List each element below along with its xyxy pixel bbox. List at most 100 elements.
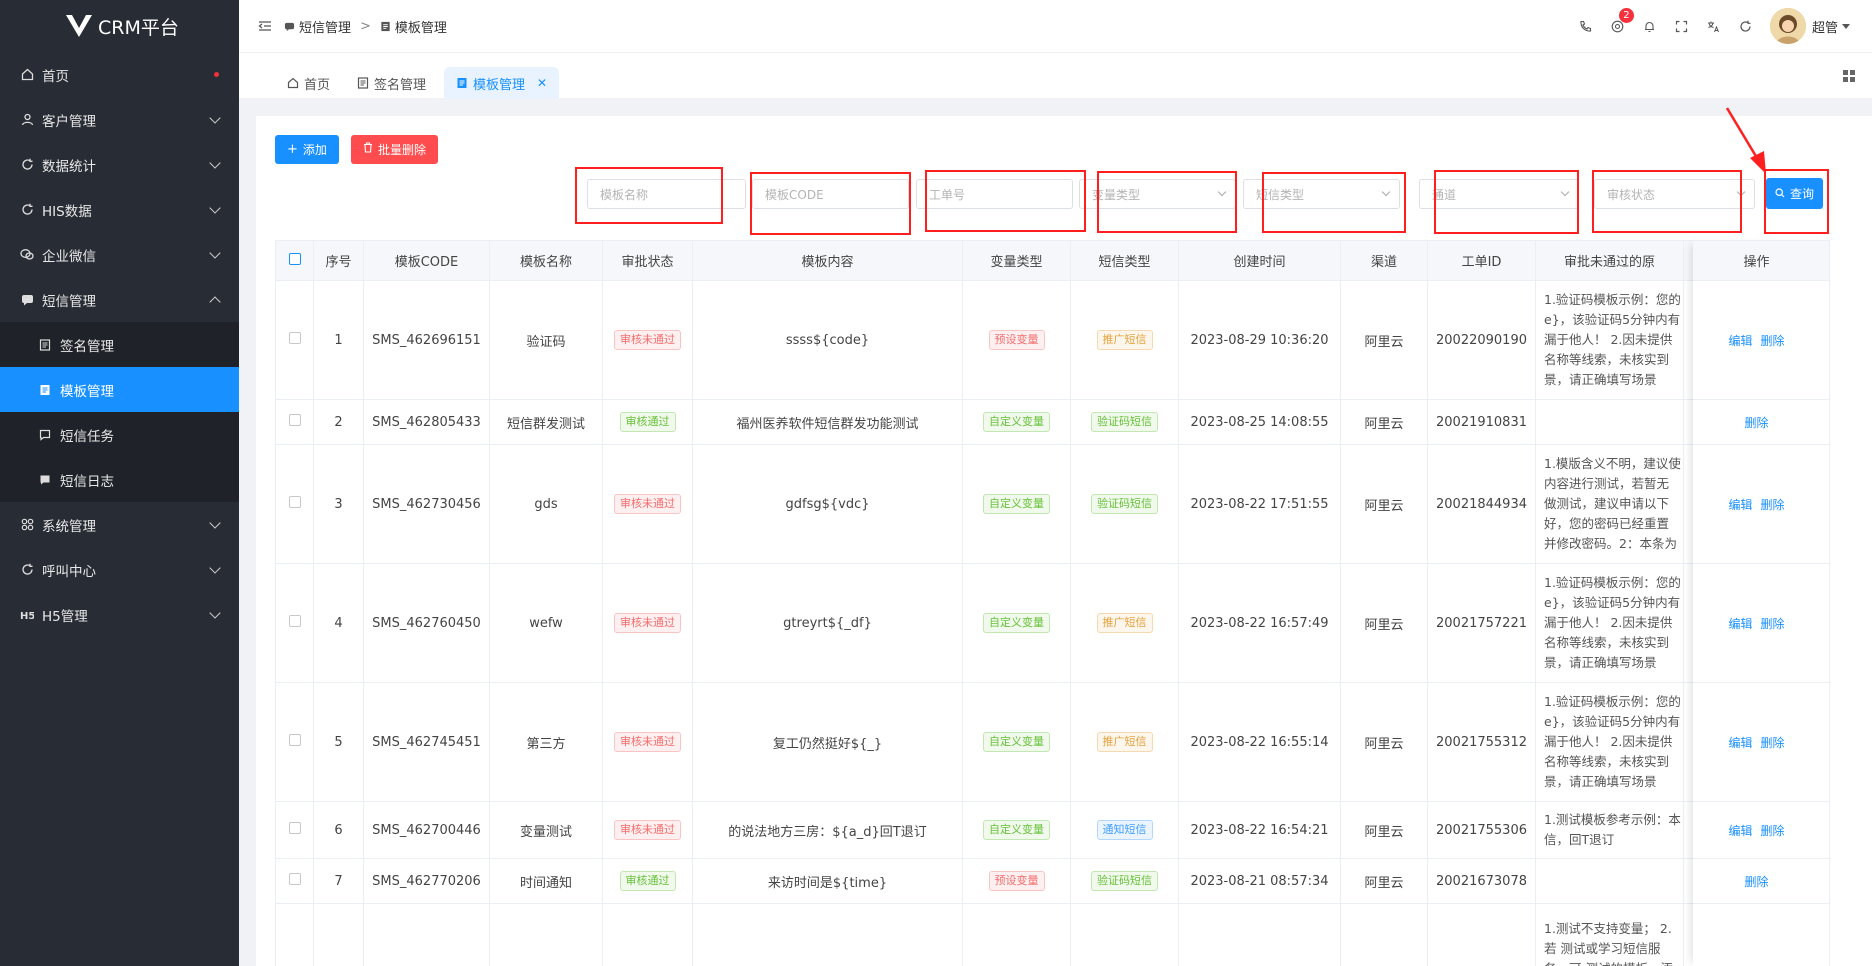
sidebar-item-statistics[interactable]: 数据统计 xyxy=(0,142,239,187)
cell-reason: 1.验证码模板示例：您的 e}，该验证码5分钟内有 漏于他人！ 2.因未提供 名… xyxy=(1535,280,1684,400)
sidebar-item-sms-task[interactable]: 短信任务 xyxy=(0,412,239,457)
row-checkbox[interactable] xyxy=(288,496,301,508)
phone-button[interactable] xyxy=(1570,0,1602,52)
table-row[interactable]: 7 SMS_462770206 时间通知 审核通过 来访时间是${time} 预… xyxy=(275,858,1830,904)
tab-template[interactable]: 模板管理 ✕ xyxy=(444,67,560,99)
sidebar-item-call-center[interactable]: 呼叫中心 xyxy=(0,547,239,592)
row-checkbox[interactable] xyxy=(288,822,301,834)
edit-link[interactable]: 编辑 xyxy=(1728,824,1752,838)
row-checkbox[interactable] xyxy=(288,734,301,746)
batch-delete-button[interactable]: 批量删除 xyxy=(351,135,439,164)
grid-menu-icon[interactable] xyxy=(1842,69,1856,83)
cell-var-type: 自定义变量 xyxy=(962,399,1071,445)
table-row[interactable]: 4 SMS_462760450 wefw 审核未通过 gtreyrt${_df}… xyxy=(275,563,1830,683)
fullscreen-icon xyxy=(1676,20,1688,32)
table-row[interactable]: 3 SMS_462730456 gds 审核未通过 gdfsg${vdc} 自定… xyxy=(275,444,1830,564)
cell-ticket: 20021757221 xyxy=(1427,563,1536,683)
cell-var-type: 预设变量 xyxy=(962,858,1071,904)
delete-link[interactable]: 删除 xyxy=(1761,824,1785,838)
tab-home[interactable]: 首页 xyxy=(275,67,342,99)
app-logo[interactable]: CRM平台 xyxy=(0,0,239,52)
cell-sms-type: 验证码短信 xyxy=(1070,858,1179,904)
checkbox-cell[interactable] xyxy=(275,682,314,802)
sidebar-item-his-data[interactable]: HIS数据 xyxy=(0,187,239,232)
cell-sms-type: 验证码短信 xyxy=(1070,444,1179,564)
cell-content: gdfsg${vdc} xyxy=(692,444,963,564)
sidebar-item-wecom[interactable]: 企业微信 xyxy=(0,232,239,277)
cell-created: 2023-08-21 08:57:34 xyxy=(1178,858,1341,904)
delete-link[interactable]: 删除 xyxy=(1744,875,1768,889)
add-button[interactable]: + 添加 xyxy=(275,135,339,164)
row-checkbox[interactable] xyxy=(288,873,301,885)
select-all-cell[interactable] xyxy=(275,240,314,281)
sidebar-item-customers[interactable]: 客户管理 xyxy=(0,97,239,142)
edit-link[interactable]: 编辑 xyxy=(1728,498,1752,512)
delete-link[interactable]: 删除 xyxy=(1761,334,1785,348)
checkbox-cell[interactable] xyxy=(275,399,314,445)
tab-signature[interactable]: 签名管理 xyxy=(345,67,438,99)
sms-type-badge: 验证码短信 xyxy=(1091,412,1158,432)
fullscreen-button[interactable] xyxy=(1666,0,1698,52)
chevron-down-icon xyxy=(209,517,221,529)
home-icon xyxy=(20,68,34,82)
sidebar-item-h5[interactable]: H5 H5管理 xyxy=(0,592,239,637)
table-row[interactable]: 2 SMS_462805433 短信群发测试 审核通过 福州医养软件短信群发功能… xyxy=(275,399,1830,445)
close-icon[interactable]: ✕ xyxy=(537,76,547,90)
row-checkbox[interactable] xyxy=(288,615,301,627)
row-checkbox[interactable] xyxy=(288,332,301,344)
edit-link[interactable]: 编辑 xyxy=(1728,617,1752,631)
checkbox-cell[interactable] xyxy=(275,444,314,564)
edit-link[interactable]: 编辑 xyxy=(1728,334,1752,348)
annotation-box xyxy=(1592,170,1742,233)
cell-status: 审核未通过 xyxy=(602,280,693,400)
sidebar-item-home[interactable]: 首页 xyxy=(0,52,239,97)
checkbox-cell[interactable] xyxy=(275,801,314,859)
cell-content: 的说法地方三房：${a_d}回T退订 xyxy=(692,801,963,859)
sidebar-item-label: H5管理 xyxy=(42,608,88,625)
cell-reason xyxy=(1535,399,1684,445)
delete-link[interactable]: 删除 xyxy=(1761,617,1785,631)
row-checkbox[interactable] xyxy=(288,414,301,426)
variable-type-badge: 自定义变量 xyxy=(983,494,1050,514)
sidebar-item-signature[interactable]: 签名管理 xyxy=(0,322,239,367)
sidebar-item-template[interactable]: 模板管理 xyxy=(0,367,239,412)
caret-down-icon[interactable] xyxy=(1842,23,1850,29)
sms-type-badge: 推广短信 xyxy=(1096,613,1153,633)
checkbox-cell[interactable] xyxy=(275,903,314,966)
table-row[interactable]: 6 SMS_462700446 变量测试 审核未通过 的说法地方三房：${a_d… xyxy=(275,801,1830,859)
checkbox-cell[interactable] xyxy=(275,563,314,683)
translate-button[interactable] xyxy=(1698,0,1730,52)
select-all-checkbox[interactable] xyxy=(288,252,301,265)
avatar[interactable] xyxy=(1769,8,1806,44)
delete-link[interactable]: 删除 xyxy=(1761,736,1785,750)
cell-var-type: 自定义变量 xyxy=(962,682,1071,802)
delete-link[interactable]: 删除 xyxy=(1761,498,1785,512)
cell-no: 4 xyxy=(313,563,364,683)
notification-button[interactable] xyxy=(1634,0,1666,52)
sidebar-item-sms[interactable]: 短信管理 xyxy=(0,277,239,322)
column-header: 模板CODE xyxy=(363,240,490,281)
checkbox-cell[interactable] xyxy=(275,280,314,400)
sidebar: CRM平台 首页 客户管理 数据统计 HIS数据 企业微信 短信管理 签名管理 xyxy=(0,0,239,966)
sidebar-item-sms-log[interactable]: 短信日志 xyxy=(0,457,239,502)
edit-link[interactable]: 编辑 xyxy=(1728,736,1752,750)
table-row[interactable]: 1.测试不支持变量； 2.若 测试或学习短信服务，可 测试的模板，添加模板 xyxy=(275,903,1830,966)
status-badge: 审核通过 xyxy=(619,412,676,432)
sidebar-item-system[interactable]: 系统管理 xyxy=(0,502,239,547)
collapse-menu-icon[interactable] xyxy=(258,19,272,33)
cell-code: SMS_462770206 xyxy=(363,858,490,904)
delete-link[interactable]: 删除 xyxy=(1744,416,1768,430)
trash-icon xyxy=(363,142,373,157)
table-row[interactable]: 5 SMS_462745451 第三方 审核未通过 复工仍然挺好${_} 自定义… xyxy=(275,682,1830,802)
chevron-down-icon xyxy=(209,112,221,124)
variable-type-badge: 自定义变量 xyxy=(983,820,1050,840)
cell-operations: 删除 xyxy=(1683,399,1830,445)
message-center-button[interactable]: 2 xyxy=(1602,0,1634,52)
checkbox-cell[interactable] xyxy=(275,858,314,904)
user-icon xyxy=(20,113,34,127)
table-row[interactable]: 1 SMS_462696151 验证码 审核未通过 ssss${code} 预设… xyxy=(275,280,1830,400)
breadcrumb-item[interactable]: 短信管理 xyxy=(299,17,351,36)
refresh-button[interactable] xyxy=(1730,0,1762,52)
user-name[interactable]: 超管 xyxy=(1812,17,1838,36)
tab-label: 签名管理 xyxy=(374,77,427,93)
